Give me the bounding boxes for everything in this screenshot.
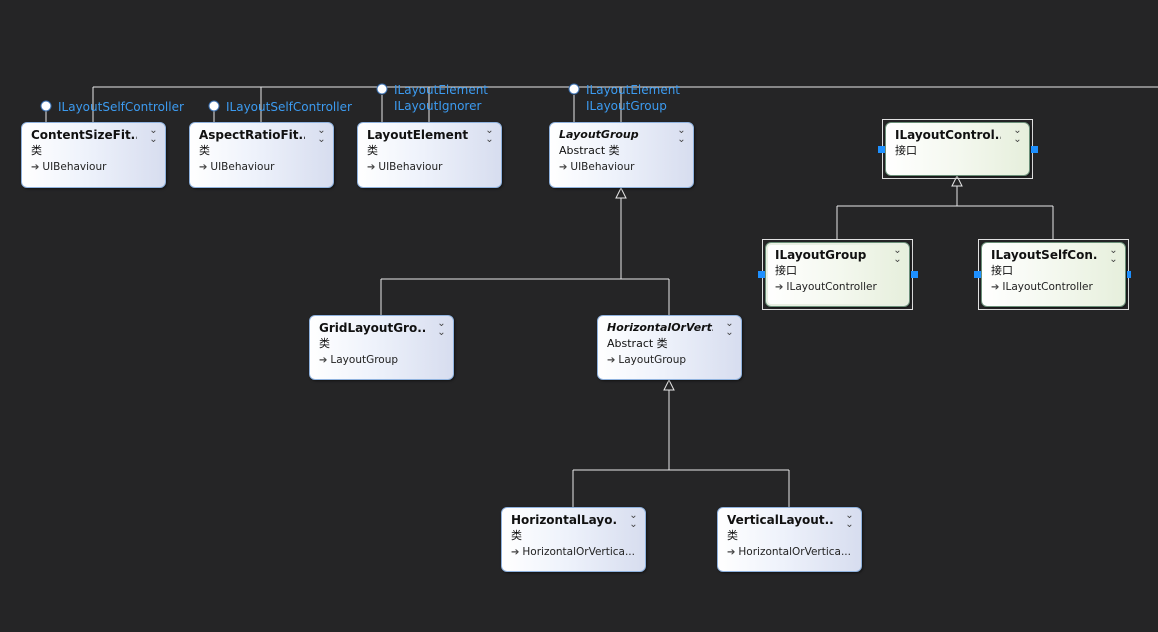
class-name: LayoutGroup	[559, 128, 639, 141]
base-class-row: ➔ UIBehaviour	[199, 158, 327, 177]
class-name: HorizontalLayo...	[511, 513, 617, 527]
arrow-right-icon: ➔	[511, 547, 520, 558]
connection-port-handle[interactable]	[878, 146, 885, 153]
interface-shape-ilayout-group[interactable]: ILayoutGroup ⌄ ⌄ 接口 ➔ ILayoutController	[765, 242, 910, 307]
base-class-row: ➔ LayoutGroup	[607, 351, 735, 370]
interface-stereotype: 接口	[991, 264, 1013, 277]
class-name: GridLayoutGro...	[319, 321, 425, 335]
arrow-right-icon: ➔	[607, 355, 616, 366]
base-class-name: LayoutGroup	[330, 354, 399, 366]
arrow-right-icon: ➔	[367, 162, 376, 173]
class-name: VerticalLayout...	[727, 513, 833, 527]
interface-name: ILayoutGroup	[775, 248, 867, 262]
arrow-right-icon: ➔	[775, 282, 784, 293]
lollipop-label-content-size-fitter: ILayoutSelfController	[58, 99, 184, 115]
class-name: LayoutElement	[367, 128, 469, 142]
class-shape-vertical-layout-group[interactable]: VerticalLayout... ⌄ ⌄ 类 ➔ HorizontalOrVert…	[717, 507, 862, 572]
base-class-row: ➔ UIBehaviour	[559, 158, 687, 177]
inheritance-triangle-icon	[663, 378, 675, 391]
connection-port-handle[interactable]	[911, 271, 918, 278]
class-stereotype: 类	[727, 529, 738, 542]
class-diagram-canvas: ILayoutSelfController ILayoutSelfControl…	[0, 0, 1158, 632]
class-stereotype: 类	[367, 144, 378, 157]
base-class-row: ➔ UIBehaviour	[31, 158, 159, 177]
class-shape-layout-element[interactable]: LayoutElement ⌄ ⌄ 类 ➔ UIBehaviour	[357, 122, 502, 188]
double-chevron-down-icon[interactable]: ⌄ ⌄	[723, 319, 735, 338]
base-class-row: ➔ UIBehaviour	[367, 158, 495, 177]
arrow-right-icon: ➔	[31, 162, 40, 173]
interface-name: ILayoutSelfController	[226, 100, 352, 114]
interface-name: ILayoutControl...	[895, 128, 1001, 142]
interface-stereotype: 接口	[775, 264, 797, 277]
lollipop-label-aspect-ratio-fitter: ILayoutSelfController	[226, 99, 352, 115]
interface-name: ILayoutSelfCon...	[991, 248, 1097, 262]
class-stereotype: 类	[31, 144, 42, 157]
base-class-name: UIBehaviour	[210, 161, 275, 173]
interface-stereotype: 接口	[895, 144, 917, 157]
arrow-right-icon: ➔	[199, 162, 208, 173]
arrow-right-icon: ➔	[727, 547, 736, 558]
lollipop-label-layout-element: ILayoutElement ILayoutIgnorer	[394, 82, 488, 114]
base-class-name: UIBehaviour	[570, 161, 635, 173]
class-shape-horizontal-layout-group[interactable]: HorizontalLayo... ⌄ ⌄ 类 ➔ HorizontalOrVert…	[501, 507, 646, 572]
class-stereotype: 类	[199, 144, 210, 157]
base-class-row: ➔ HorizontalOrVertica...	[727, 543, 855, 562]
arrow-right-icon: ➔	[991, 282, 1000, 293]
base-class-name: UIBehaviour	[42, 161, 107, 173]
double-chevron-down-icon[interactable]: ⌄ ⌄	[483, 126, 495, 145]
interface-name: ILayoutElement	[394, 83, 489, 97]
double-chevron-down-icon[interactable]: ⌄ ⌄	[1011, 126, 1023, 145]
class-shape-horizontal-or-vertical-layout-group[interactable]: HorizontalOrVert... ⌄ ⌄ Abstract 类 ➔ Layou…	[597, 315, 742, 380]
class-name: HorizontalOrVert...	[607, 321, 713, 334]
base-class-row: ➔ HorizontalOrVertica...	[511, 543, 639, 562]
double-chevron-down-icon[interactable]: ⌄ ⌄	[315, 126, 327, 145]
base-class-name: LayoutGroup	[618, 354, 687, 366]
interface-name: ILayoutGroup	[586, 99, 667, 113]
double-chevron-down-icon[interactable]: ⌄ ⌄	[627, 511, 639, 530]
class-shape-layout-group[interactable]: LayoutGroup ⌄ ⌄ Abstract 类 ➔ UIBehaviour	[549, 122, 694, 188]
arrow-right-icon: ➔	[319, 355, 328, 366]
base-interface-row: ➔ ILayoutController	[775, 278, 903, 297]
interface-lollipop-icon	[376, 83, 388, 95]
double-chevron-down-icon[interactable]: ⌄ ⌄	[435, 319, 447, 338]
interface-shape-ilayout-self-controller[interactable]: ILayoutSelfCon... ⌄ ⌄ 接口 ➔ ILayoutControll…	[981, 242, 1126, 307]
connection-port-handle[interactable]	[1127, 271, 1131, 278]
class-shape-content-size-fitter[interactable]: ContentSizeFit... ⌄ ⌄ 类 ➔ UIBehaviour	[21, 122, 166, 188]
base-class-name: HorizontalOrVertica...	[522, 546, 635, 558]
class-stereotype: Abstract 类	[607, 337, 668, 350]
connection-port-handle[interactable]	[974, 271, 981, 278]
class-stereotype: Abstract 类	[559, 144, 620, 157]
class-name: AspectRatioFit...	[199, 128, 305, 142]
class-stereotype: 类	[319, 337, 330, 350]
inheritance-triangle-icon	[615, 186, 627, 199]
base-interface-name: ILayoutController	[786, 281, 877, 293]
double-chevron-down-icon[interactable]: ⌄ ⌄	[891, 246, 903, 265]
interface-lollipop-icon	[40, 100, 52, 112]
arrow-right-icon: ➔	[559, 162, 568, 173]
base-class-row: ➔ LayoutGroup	[319, 351, 447, 370]
base-class-name: UIBehaviour	[378, 161, 443, 173]
interface-lollipop-icon	[208, 100, 220, 112]
connection-port-handle[interactable]	[1031, 146, 1038, 153]
double-chevron-down-icon[interactable]: ⌄ ⌄	[675, 126, 687, 145]
class-shape-grid-layout-group[interactable]: GridLayoutGro... ⌄ ⌄ 类 ➔ LayoutGroup	[309, 315, 454, 380]
base-interface-row: ➔ ILayoutController	[991, 278, 1119, 297]
interface-shape-ilayout-controller[interactable]: ILayoutControl... ⌄ ⌄ 接口	[885, 122, 1030, 176]
double-chevron-down-icon[interactable]: ⌄ ⌄	[147, 126, 159, 145]
class-shape-aspect-ratio-fitter[interactable]: AspectRatioFit... ⌄ ⌄ 类 ➔ UIBehaviour	[189, 122, 334, 188]
interface-name: ILayoutSelfController	[58, 100, 184, 114]
lollipop-label-layout-group: ILayoutElement ILayoutGroup	[586, 82, 680, 114]
interface-name: ILayoutIgnorer	[394, 99, 482, 113]
class-stereotype: 类	[511, 529, 522, 542]
double-chevron-down-icon[interactable]: ⌄ ⌄	[1107, 246, 1119, 265]
connection-port-handle[interactable]	[758, 271, 765, 278]
class-name: ContentSizeFit...	[31, 128, 137, 142]
base-interface-name: ILayoutController	[1002, 281, 1093, 293]
interface-name: ILayoutElement	[586, 83, 681, 97]
base-class-name: HorizontalOrVertica...	[738, 546, 851, 558]
double-chevron-down-icon[interactable]: ⌄ ⌄	[843, 511, 855, 530]
interface-lollipop-icon	[568, 83, 580, 95]
